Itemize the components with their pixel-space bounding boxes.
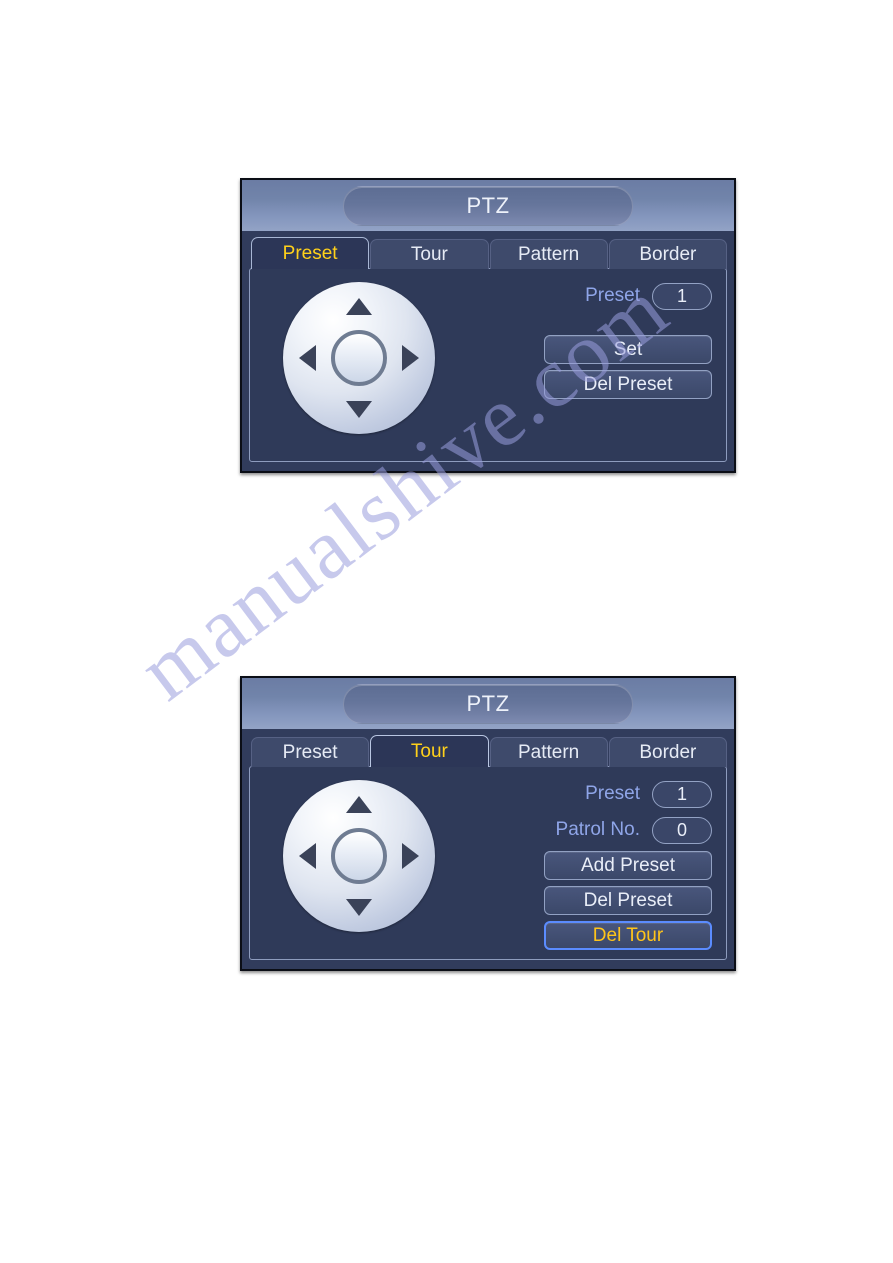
tab-label: Tour: [410, 243, 448, 265]
tab-label: Pattern: [517, 243, 580, 265]
joystick-center-ring-icon[interactable]: [331, 828, 387, 884]
preset-input[interactable]: 1: [652, 780, 712, 808]
patrol-no-input[interactable]: 0: [652, 816, 712, 844]
preset-input[interactable]: 1: [652, 282, 712, 310]
dialog-title: PTZ: [466, 192, 510, 218]
tab-panel-tour: Preset 1 Patrol No. 0 Add Preset Del Pre…: [249, 766, 727, 960]
del-tour-button[interactable]: Del Tour: [544, 921, 712, 950]
tab-label: Preset: [282, 741, 338, 763]
preset-controls: Preset 1 Set Del Preset: [434, 281, 712, 405]
triangle-right-icon[interactable]: [402, 345, 419, 371]
tab-preset[interactable]: Preset: [251, 237, 370, 269]
joystick-center-ring-icon[interactable]: [331, 330, 387, 386]
dialog-body: Preset Tour Pattern Border: [242, 729, 734, 969]
triangle-left-icon[interactable]: [299, 843, 316, 869]
tab-panel-preset: Preset 1 Set Del Preset: [249, 268, 727, 462]
add-preset-button[interactable]: Add Preset: [544, 851, 712, 880]
triangle-down-icon[interactable]: [346, 401, 372, 418]
tab-preset[interactable]: Preset: [251, 737, 370, 767]
dialog-titlebar: PTZ: [242, 180, 734, 231]
patrol-no-label: Patrol No.: [555, 819, 640, 840]
del-preset-button[interactable]: Del Preset: [544, 886, 712, 915]
triangle-up-icon[interactable]: [346, 298, 372, 315]
tab-label: Border: [639, 741, 697, 763]
triangle-left-icon[interactable]: [299, 345, 316, 371]
tab-label: Border: [639, 243, 697, 265]
preset-label: Preset: [585, 285, 640, 306]
dialog-body: Preset Tour Pattern Border: [242, 231, 734, 471]
ptz-joystick[interactable]: [283, 282, 435, 434]
tour-controls: Preset 1 Patrol No. 0 Add Preset Del Pre…: [434, 779, 712, 956]
preset-field-row: Preset 1: [434, 779, 712, 809]
set-button[interactable]: Set: [544, 335, 712, 364]
triangle-right-icon[interactable]: [402, 843, 419, 869]
del-preset-button[interactable]: Del Preset: [544, 370, 712, 399]
preset-label: Preset: [585, 783, 640, 804]
controls-spacer: [434, 317, 712, 335]
triangle-down-icon[interactable]: [346, 899, 372, 916]
ptz-joystick[interactable]: [283, 780, 435, 932]
dialog-title-pill: PTZ: [343, 185, 633, 226]
dialog-title: PTZ: [466, 690, 510, 716]
patrol-no-field-row: Patrol No. 0: [434, 815, 712, 845]
tab-tour[interactable]: Tour: [370, 239, 489, 269]
tab-border[interactable]: Border: [608, 239, 727, 269]
tab-pattern[interactable]: Pattern: [489, 239, 608, 269]
tab-bar: Preset Tour Pattern Border: [249, 237, 727, 269]
tab-label: Tour: [410, 740, 448, 762]
ptz-dialog-preset: PTZ Preset Tour Pattern Border Preset 1 …: [240, 178, 736, 473]
dialog-titlebar: PTZ: [242, 678, 734, 729]
tab-border[interactable]: Border: [608, 737, 727, 767]
tab-pattern[interactable]: Pattern: [489, 737, 608, 767]
preset-field-row: Preset 1: [434, 281, 712, 311]
dialog-title-pill: PTZ: [343, 683, 633, 724]
tab-label: Pattern: [517, 741, 580, 763]
triangle-up-icon[interactable]: [346, 796, 372, 813]
tab-bar: Preset Tour Pattern Border: [249, 735, 727, 767]
tab-label: Preset: [282, 242, 338, 264]
ptz-dialog-tour: PTZ Preset Tour Pattern Border Preset 1 …: [240, 676, 736, 971]
tab-tour[interactable]: Tour: [370, 735, 489, 767]
